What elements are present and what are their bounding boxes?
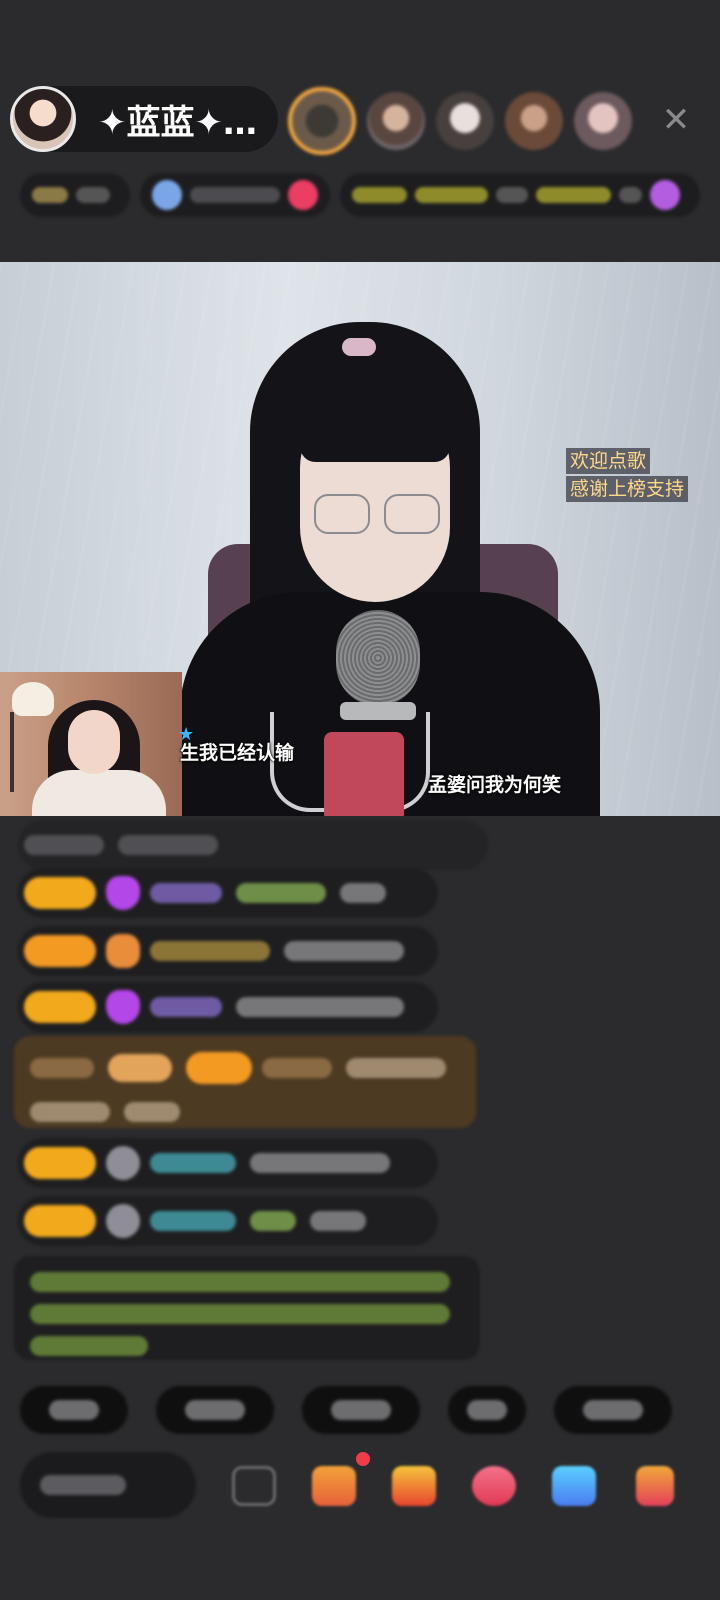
gift-box-icon[interactable]: [392, 1466, 436, 1506]
comment-input[interactable]: [20, 1452, 196, 1518]
pip-face: [68, 710, 120, 774]
streamer-glasses: [314, 494, 444, 538]
pip-lamp: [12, 682, 54, 716]
notification-dot: [356, 1452, 370, 1466]
viewer-avatar[interactable]: [367, 92, 425, 150]
live-video-stream[interactable]: 欢迎点歌 感谢上榜支持 ★ 生我已经认输 孟婆问我为何笑: [0, 262, 720, 816]
chat-message: [18, 982, 438, 1032]
host-avatar[interactable]: [10, 86, 76, 152]
level-icon: [106, 990, 140, 1024]
hourly-rank-chip[interactable]: [140, 173, 330, 217]
room-info-strip: [20, 172, 710, 218]
level-icon: [106, 934, 140, 968]
fan-badge[interactable]: [24, 935, 96, 967]
chat-message: [18, 1138, 438, 1188]
fan-badge[interactable]: [24, 1205, 96, 1237]
quick-reply-chip[interactable]: [20, 1386, 128, 1434]
activity-icon[interactable]: [552, 1466, 596, 1506]
streamer-scrunchie: [342, 338, 376, 356]
notice-chip[interactable]: [340, 173, 700, 217]
pk-opponent-pip[interactable]: [0, 672, 182, 816]
chat-message: [18, 868, 438, 918]
lyric-right: 孟婆问我为何笑: [428, 774, 562, 796]
streamer-bangs: [300, 392, 450, 462]
viewer-avatar[interactable]: [505, 92, 563, 150]
microphone-icon: [336, 610, 420, 706]
quick-reply-chip[interactable]: [554, 1386, 672, 1434]
fan-badge[interactable]: [24, 1147, 96, 1179]
room-tag-chip[interactable]: [20, 173, 130, 217]
quick-reply-chip[interactable]: [302, 1386, 420, 1434]
mic-ring: [340, 702, 416, 720]
level-icon: [106, 1204, 140, 1238]
viewer-avatar[interactable]: [436, 92, 494, 150]
quick-reply-row: [20, 1386, 700, 1434]
chat-message: [18, 1196, 438, 1246]
quick-reply-chip[interactable]: [156, 1386, 274, 1434]
emoji-icon[interactable]: [232, 1466, 276, 1506]
game-icon[interactable]: [472, 1466, 516, 1506]
lyric-left: 生我已经认输: [180, 742, 295, 764]
viewer-avatar[interactable]: [288, 87, 356, 155]
host-name[interactable]: ✦蓝蓝✦…: [98, 95, 257, 144]
close-icon[interactable]: ✕: [656, 100, 696, 140]
overlay-tag-thanks: 感谢上榜支持: [566, 476, 689, 502]
overlay-tag-request-song: 欢迎点歌: [566, 448, 651, 474]
system-notice-message: [14, 1256, 480, 1360]
host-info-pill[interactable]: ✦蓝蓝✦…: [10, 86, 278, 152]
gift-icon[interactable]: [636, 1466, 674, 1506]
fan-badge[interactable]: [24, 877, 96, 909]
pip-lamp-stand: [10, 712, 14, 792]
pip-body: [32, 770, 166, 816]
chat-message: [18, 926, 438, 976]
chat-message: [18, 820, 488, 870]
top-viewers-list: [288, 86, 643, 156]
mic-body: [324, 732, 404, 816]
quick-reply-chip[interactable]: [448, 1386, 526, 1434]
shop-icon[interactable]: [312, 1466, 356, 1506]
viewer-avatar[interactable]: [574, 92, 632, 150]
level-icon: [106, 876, 140, 910]
fan-badge[interactable]: [24, 991, 96, 1023]
chat-message-highlight: [14, 1036, 476, 1128]
level-icon: [106, 1146, 140, 1180]
